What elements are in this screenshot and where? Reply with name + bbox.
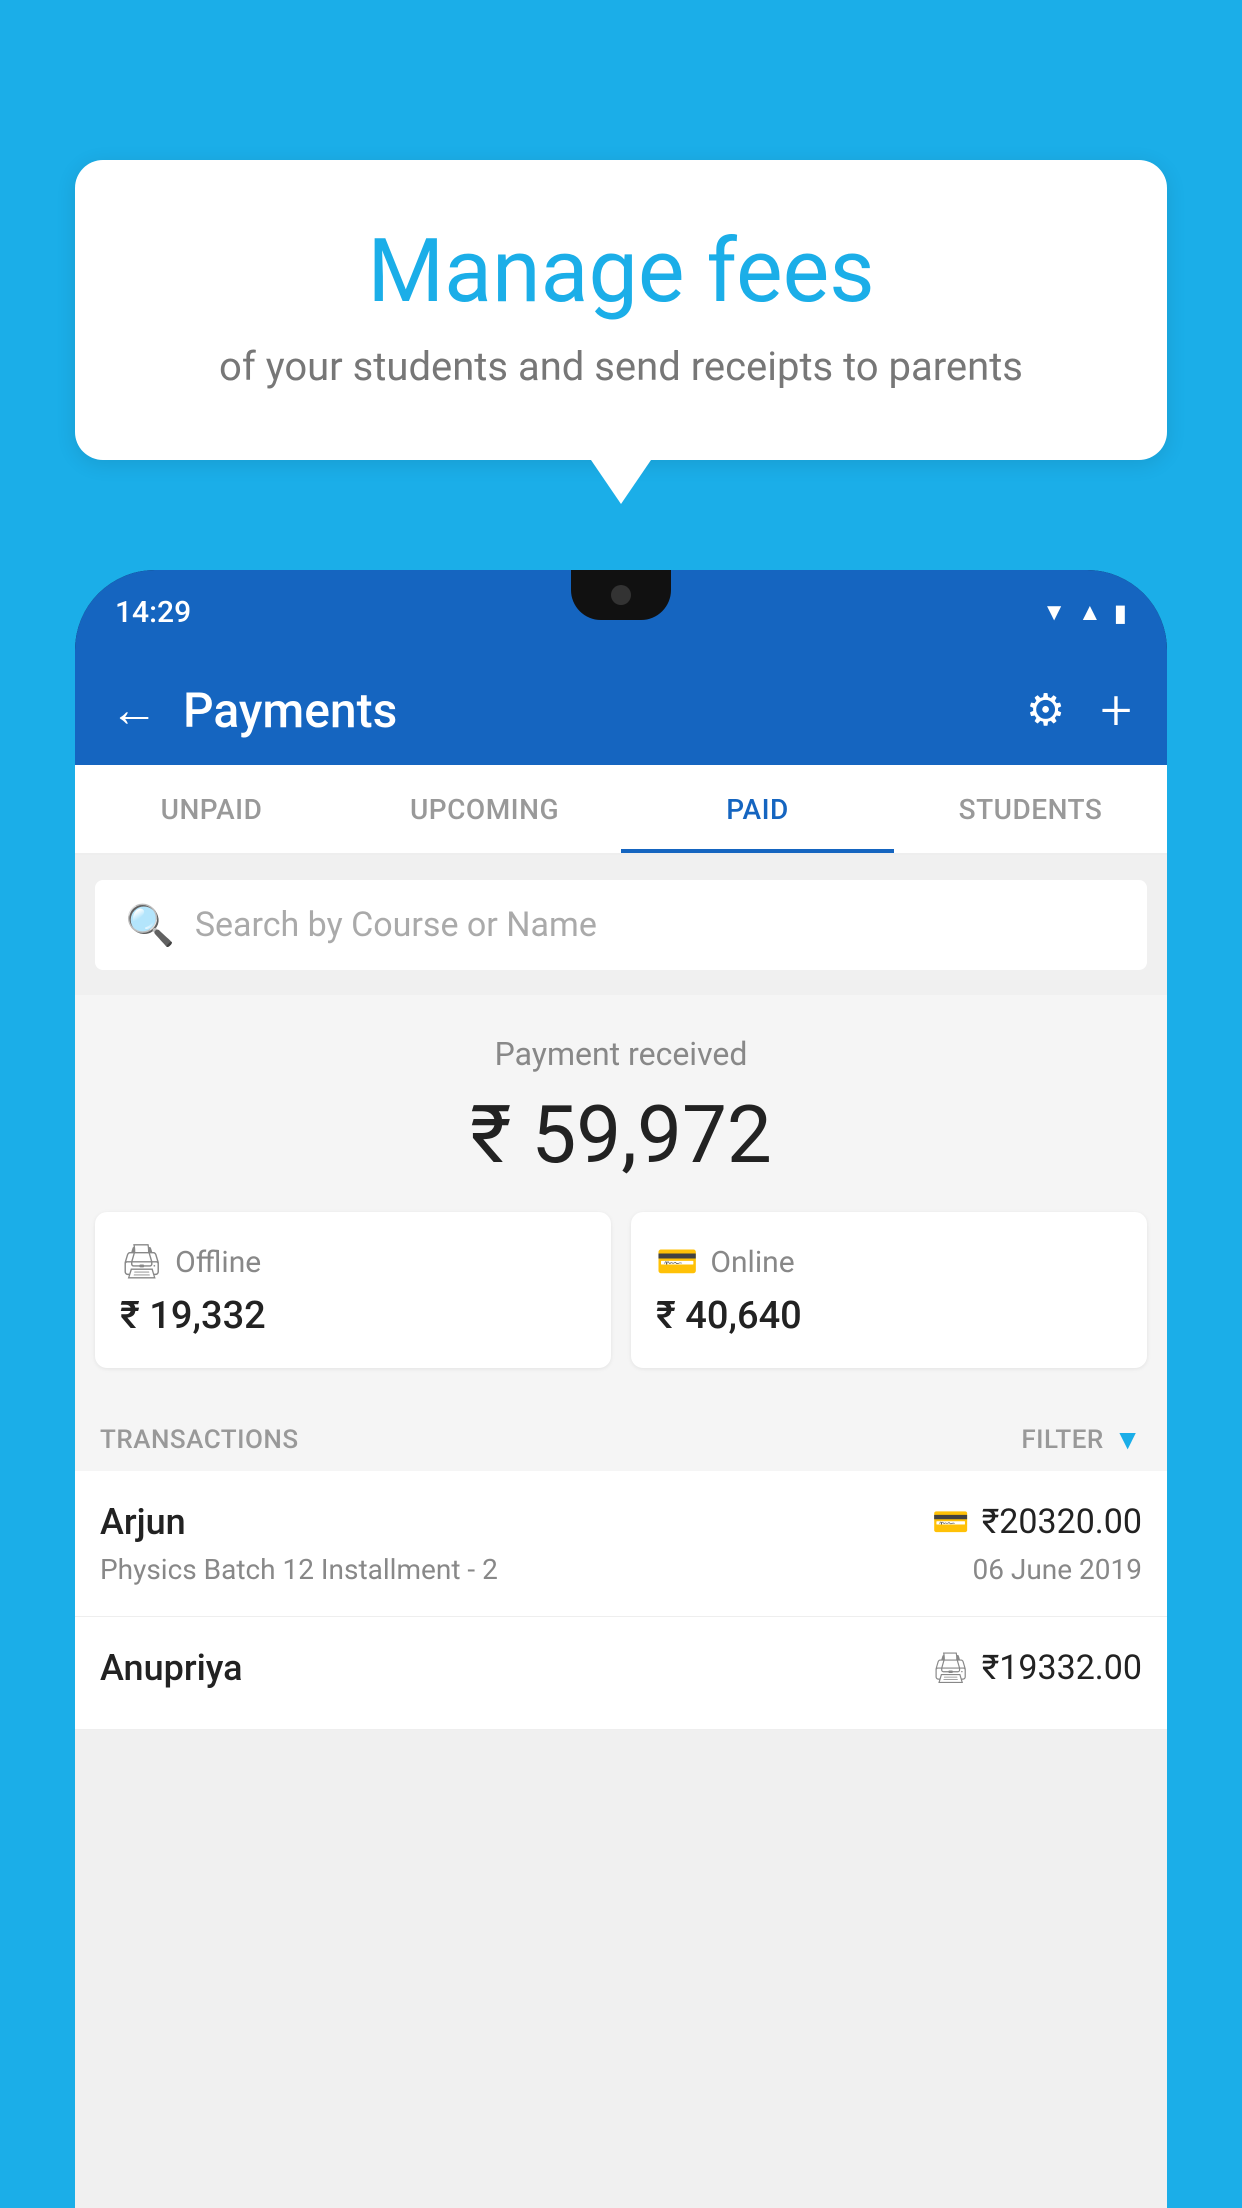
- settings-icon[interactable]: ⚙: [1026, 684, 1065, 736]
- filter-icon: ▼: [1114, 1423, 1142, 1456]
- trans-name-2: Anupriya: [100, 1647, 243, 1689]
- tab-upcoming[interactable]: UPCOMING: [348, 765, 621, 853]
- trans-date-1: 06 June 2019: [972, 1553, 1142, 1586]
- online-label: Online: [710, 1245, 794, 1280]
- search-icon: 🔍: [125, 902, 175, 949]
- content-area: 🔍 Search by Course or Name Payment recei…: [75, 855, 1167, 2208]
- online-payment-card: 💳 Online ₹ 40,640: [631, 1212, 1147, 1368]
- phone-frame: 14:29 ▼ ▲ ▮ ← Payments ⚙ + UNPAID: [75, 570, 1167, 2208]
- phone-notch: [571, 570, 671, 620]
- search-placeholder: Search by Course or Name: [195, 905, 597, 945]
- offline-amount: ₹ 19,332: [120, 1294, 586, 1338]
- search-bar[interactable]: 🔍 Search by Course or Name: [95, 880, 1147, 970]
- online-amount: ₹ 40,640: [656, 1294, 1122, 1338]
- status-bar: 14:29 ▼ ▲ ▮: [75, 570, 1167, 655]
- trans-amount-2: ₹19332.00: [982, 1648, 1142, 1688]
- speech-bubble-subtitle: of your students and send receipts to pa…: [125, 343, 1117, 390]
- payment-cards: 🖨 Offline ₹ 19,332 💳 Online ₹ 40,640: [75, 1212, 1167, 1398]
- tabs-bar: UNPAID UPCOMING PAID STUDENTS: [75, 765, 1167, 855]
- signal-icon: ▲: [1078, 598, 1102, 627]
- tab-students[interactable]: STUDENTS: [894, 765, 1167, 853]
- trans-amount-1: ₹20320.00: [982, 1502, 1142, 1542]
- transaction-item-anupriya[interactable]: Anupriya 🖨 ₹19332.00: [75, 1617, 1167, 1730]
- transactions-header: TRANSACTIONS FILTER ▼: [75, 1398, 1167, 1471]
- speech-bubble: Manage fees of your students and send re…: [75, 160, 1167, 460]
- speech-bubble-title: Manage fees: [125, 220, 1117, 323]
- tab-unpaid[interactable]: UNPAID: [75, 765, 348, 853]
- trans-payment-icon-1: 💳: [932, 1505, 969, 1540]
- battery-icon: ▮: [1114, 599, 1127, 627]
- tab-paid[interactable]: PAID: [621, 765, 894, 853]
- payment-received-label: Payment received: [95, 1035, 1147, 1073]
- header-icons: ⚙ +: [1026, 677, 1132, 743]
- status-icons: ▼ ▲ ▮: [1042, 598, 1127, 627]
- filter-label: FILTER: [1021, 1425, 1103, 1455]
- trans-payment-icon-2: 🖨: [932, 1651, 970, 1686]
- transaction-item-arjun[interactable]: Arjun 💳 ₹20320.00 Physics Batch 12 Insta…: [75, 1471, 1167, 1617]
- transactions-label: TRANSACTIONS: [100, 1425, 299, 1455]
- app-title: Payments: [183, 682, 1026, 739]
- app-header: ← Payments ⚙ +: [75, 655, 1167, 765]
- wifi-icon: ▼: [1042, 598, 1066, 627]
- offline-payment-card: 🖨 Offline ₹ 19,332: [95, 1212, 611, 1368]
- filter-button[interactable]: FILTER ▼: [1021, 1423, 1142, 1456]
- offline-icon: 🖨: [120, 1242, 163, 1282]
- online-icon: 💳: [656, 1242, 698, 1282]
- trans-name-1: Arjun: [100, 1501, 186, 1543]
- camera-dot: [611, 585, 631, 605]
- offline-label: Offline: [175, 1245, 261, 1280]
- add-icon[interactable]: +: [1100, 677, 1132, 743]
- back-button[interactable]: ←: [110, 686, 158, 734]
- status-time: 14:29: [115, 595, 191, 630]
- payment-summary: Payment received ₹ 59,972: [75, 995, 1167, 1212]
- trans-course-1: Physics Batch 12 Installment - 2: [100, 1553, 498, 1586]
- payment-total-amount: ₹ 59,972: [95, 1088, 1147, 1182]
